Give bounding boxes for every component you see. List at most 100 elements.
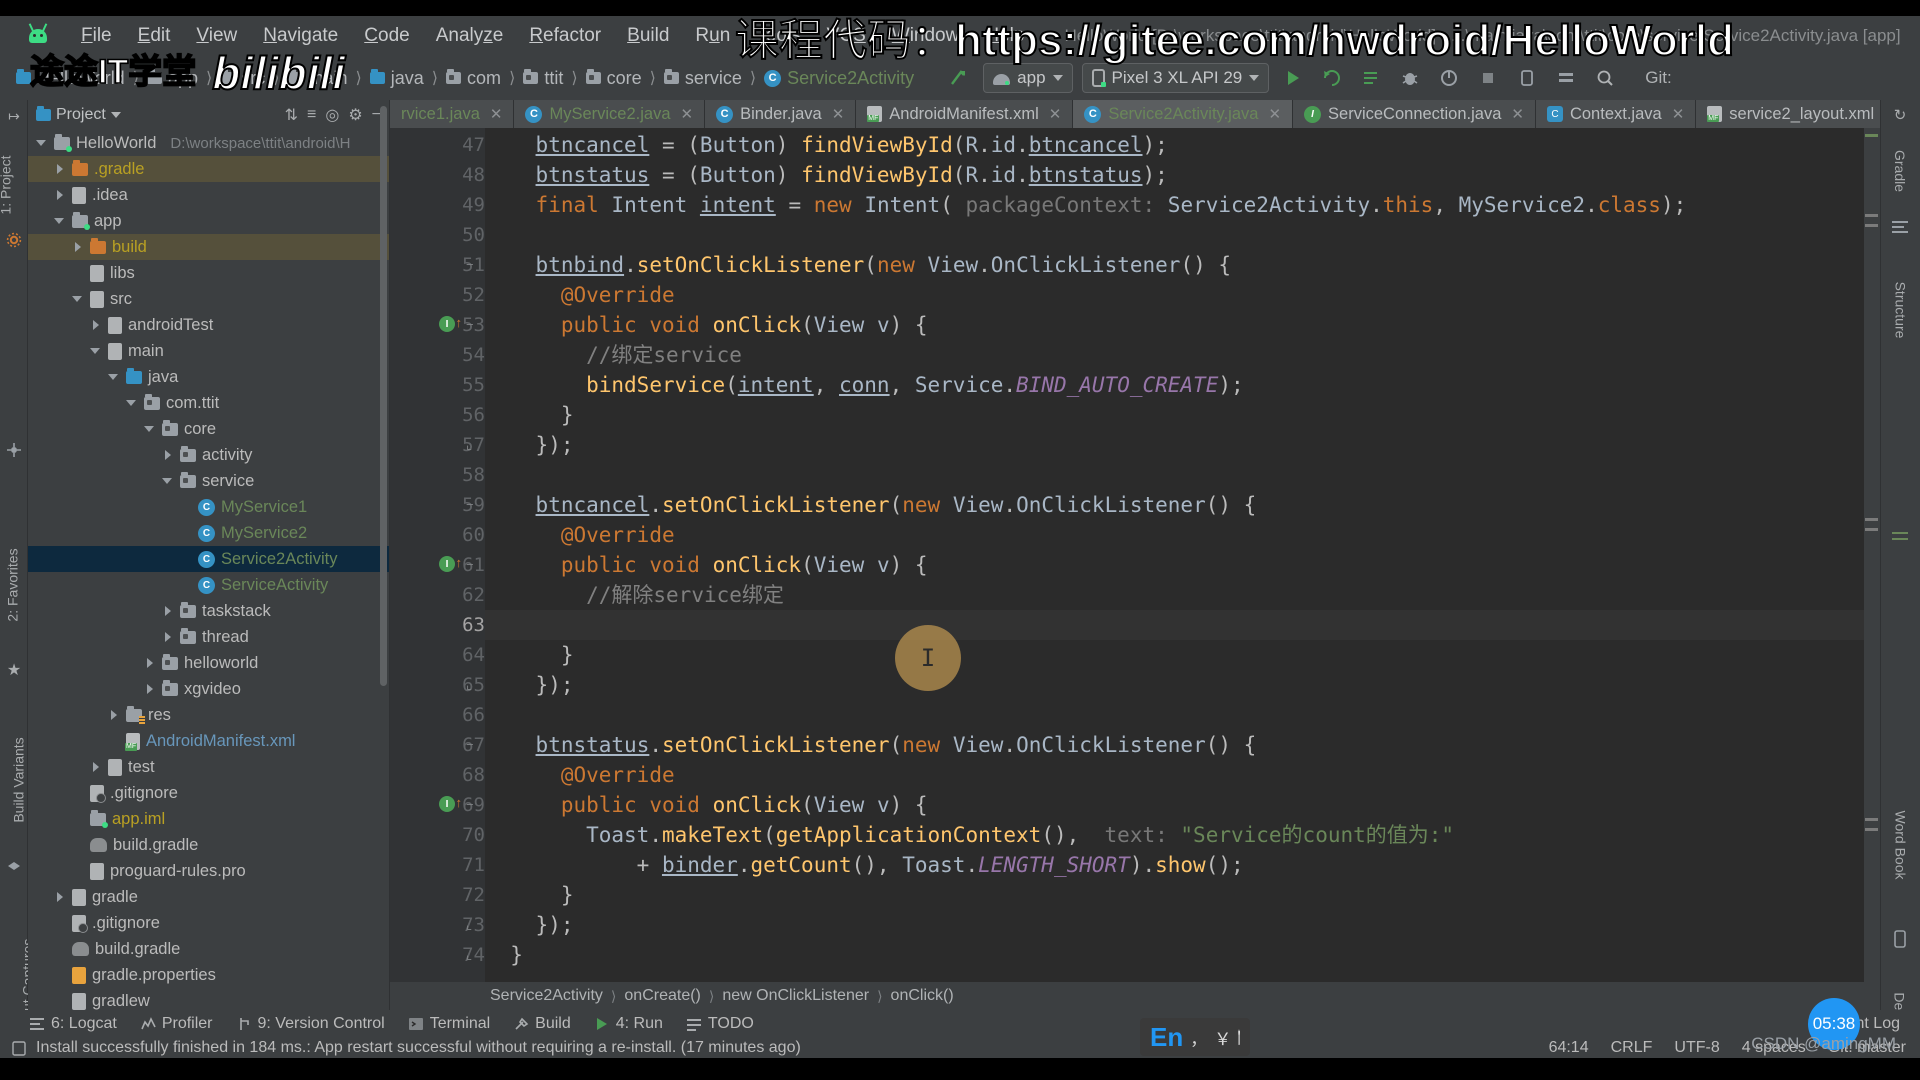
tree-node[interactable]: C MyService2: [28, 520, 389, 546]
project-view-selector[interactable]: Project: [36, 106, 121, 124]
chevron-down-icon[interactable]: [162, 475, 174, 487]
tab-binder[interactable]: C Binder.java ✕: [705, 100, 857, 128]
bottom-item-profiler[interactable]: Profiler: [141, 1015, 213, 1033]
tab-myservice1[interactable]: rvice1.java ✕: [390, 100, 515, 128]
close-icon[interactable]: ✕: [1268, 105, 1281, 123]
tree-node[interactable]: build: [28, 234, 389, 260]
close-icon[interactable]: ✕: [1672, 105, 1685, 123]
code-line[interactable]: //解除service绑定: [586, 580, 784, 610]
sidebar-item-gradle[interactable]: Gradle: [1880, 136, 1920, 206]
code-fold-icon[interactable]: −: [466, 738, 479, 751]
code-fold-icon[interactable]: −: [466, 258, 479, 271]
bottom-item-logcat[interactable]: 6: Logcat: [30, 1015, 117, 1033]
chevron-right-icon[interactable]: [162, 605, 174, 617]
rail-collapse-icon[interactable]: ↦: [0, 108, 28, 125]
tab-myservice2[interactable]: C MyService2.java ✕: [514, 100, 706, 128]
tree-node[interactable]: C MyService1: [28, 494, 389, 520]
tree-node[interactable]: build.gradle: [28, 936, 389, 962]
tree-node[interactable]: libs: [28, 260, 389, 286]
sidebar-item-favorites[interactable]: 2: Favorites: [0, 530, 28, 640]
code-line[interactable]: public void onClick(View v) {: [561, 790, 928, 820]
sidebar-item-build-variants[interactable]: Build Variants: [0, 720, 28, 840]
tab-androidmanifest[interactable]: AndroidManifest.xml ✕: [856, 100, 1074, 128]
code-line[interactable]: btncancel.setOnClickListener(new View.On…: [536, 490, 1257, 520]
menu-analyze[interactable]: Analyze: [423, 22, 517, 50]
bottom-item-todo[interactable]: TODO: [686, 1015, 754, 1033]
tree-node[interactable]: activity: [28, 442, 389, 468]
chevron-right-icon[interactable]: [90, 319, 102, 331]
code-line[interactable]: btnstatus = (Button) findViewById(R.id.b…: [536, 160, 1168, 190]
tab-serviceconnection[interactable]: I ServiceConnection.java ✕: [1293, 100, 1536, 128]
bottom-item-build[interactable]: Build: [514, 1015, 571, 1033]
code-line[interactable]: });: [536, 430, 574, 460]
tree-node[interactable]: xgvideo: [28, 676, 389, 702]
code-line[interactable]: @Override: [561, 520, 675, 550]
chevron-down-icon[interactable]: [90, 345, 102, 357]
editor-breadcrumb-onclick[interactable]: onClick(): [891, 987, 954, 1005]
tree-node[interactable]: C Service2Activity: [28, 546, 389, 572]
star-icon[interactable]: ★: [0, 660, 28, 680]
chevron-right-icon[interactable]: [90, 761, 102, 773]
code-line[interactable]: + binder.getCount(), Toast.LENGTH_SHORT)…: [637, 850, 1244, 880]
code-line[interactable]: bindService(intent, conn, Service.BIND_A…: [586, 370, 1244, 400]
tree-node[interactable]: .gitignore: [28, 910, 389, 936]
close-icon[interactable]: ✕: [832, 105, 845, 123]
tree-node[interactable]: res: [28, 702, 389, 728]
code-fold-icon[interactable]: −: [466, 558, 479, 571]
chevron-right-icon[interactable]: [144, 657, 156, 669]
editor-breadcrumb-method[interactable]: onCreate(): [624, 987, 700, 1005]
tree-node[interactable]: HelloWorld D:\workspace\ttit\android\H: [28, 130, 389, 156]
breadcrumb-item-ttit[interactable]: ttit: [517, 66, 569, 91]
code-fold-icon[interactable]: ⌞: [466, 948, 479, 961]
collapse-all-icon[interactable]: ≡: [307, 106, 316, 124]
code-fold-icon[interactable]: ⌞: [466, 918, 479, 931]
locate-icon[interactable]: ◎: [325, 105, 339, 125]
chevron-right-icon[interactable]: [72, 241, 84, 253]
code-line[interactable]: final Intent intent = new Intent( packag…: [536, 190, 1687, 220]
tab-service2activity[interactable]: C Service2Activity.java ✕: [1073, 100, 1294, 128]
code-line[interactable]: btnbind.setOnClickListener(new View.OnCl…: [536, 250, 1231, 280]
editor-breadcrumb-class[interactable]: Service2Activity: [490, 987, 603, 1005]
run-gutter-icon[interactable]: I ↑: [439, 315, 462, 332]
code-fold-icon[interactable]: −: [466, 498, 479, 511]
chevron-right-icon[interactable]: [108, 709, 120, 721]
bottom-item-terminal[interactable]: Terminal: [408, 1015, 490, 1033]
menu-code[interactable]: Code: [351, 22, 422, 50]
code-editor[interactable]: 47 48 49 50 51−52 53 I ↑ −54 55 56 57 ⌞ 58 59−60 61 I ↑ −6…: [390, 128, 1880, 1010]
tree-node[interactable]: test: [28, 754, 389, 780]
breadcrumb-item-core[interactable]: core: [580, 66, 648, 91]
chevron-right-icon[interactable]: [162, 631, 174, 643]
tree-node[interactable]: .gradle: [28, 156, 389, 182]
tree-node[interactable]: src: [28, 286, 389, 312]
tree-node[interactable]: thread: [28, 624, 389, 650]
code-line[interactable]: @Override: [561, 760, 675, 790]
code-line[interactable]: });: [536, 670, 574, 700]
tree-node[interactable]: app.iml: [28, 806, 389, 832]
sidebar-item-resource-manager[interactable]: Resource Manager: [0, 265, 44, 415]
tree-node[interactable]: gradle: [28, 884, 389, 910]
tree-node[interactable]: taskstack: [28, 598, 389, 624]
chevron-right-icon[interactable]: [144, 683, 156, 695]
code-fold-icon[interactable]: ⌞: [466, 678, 479, 691]
settings-icon[interactable]: ⚙: [348, 105, 362, 125]
close-icon[interactable]: ✕: [1511, 105, 1524, 123]
tree-node[interactable]: .idea: [28, 182, 389, 208]
chevron-right-icon[interactable]: [162, 449, 174, 461]
chevron-down-icon[interactable]: [126, 397, 138, 409]
tree-node[interactable]: gradlew: [28, 988, 389, 1010]
ime-indicator[interactable]: En ， ￥: [1140, 1018, 1250, 1056]
run-gutter-icon[interactable]: I ↑: [439, 555, 462, 572]
tree-node[interactable]: app: [28, 208, 389, 234]
code-line[interactable]: }: [561, 400, 574, 430]
code-fold-icon[interactable]: −: [466, 798, 479, 811]
sidebar-item-word-book[interactable]: Word Book: [1880, 790, 1920, 900]
tree-node[interactable]: C ServiceActivity: [28, 572, 389, 598]
menu-build[interactable]: Build: [614, 22, 682, 50]
line-separator[interactable]: CRLF: [1611, 1039, 1653, 1057]
chevron-down-icon[interactable]: [54, 215, 66, 227]
expand-all-icon[interactable]: ⇅: [285, 105, 298, 125]
breadcrumb-item-java[interactable]: java: [364, 66, 430, 91]
sidebar-item-structure[interactable]: Structure: [1880, 260, 1920, 360]
run-gutter-icon[interactable]: I ↑: [439, 795, 462, 812]
tree-node[interactable]: core: [28, 416, 389, 442]
